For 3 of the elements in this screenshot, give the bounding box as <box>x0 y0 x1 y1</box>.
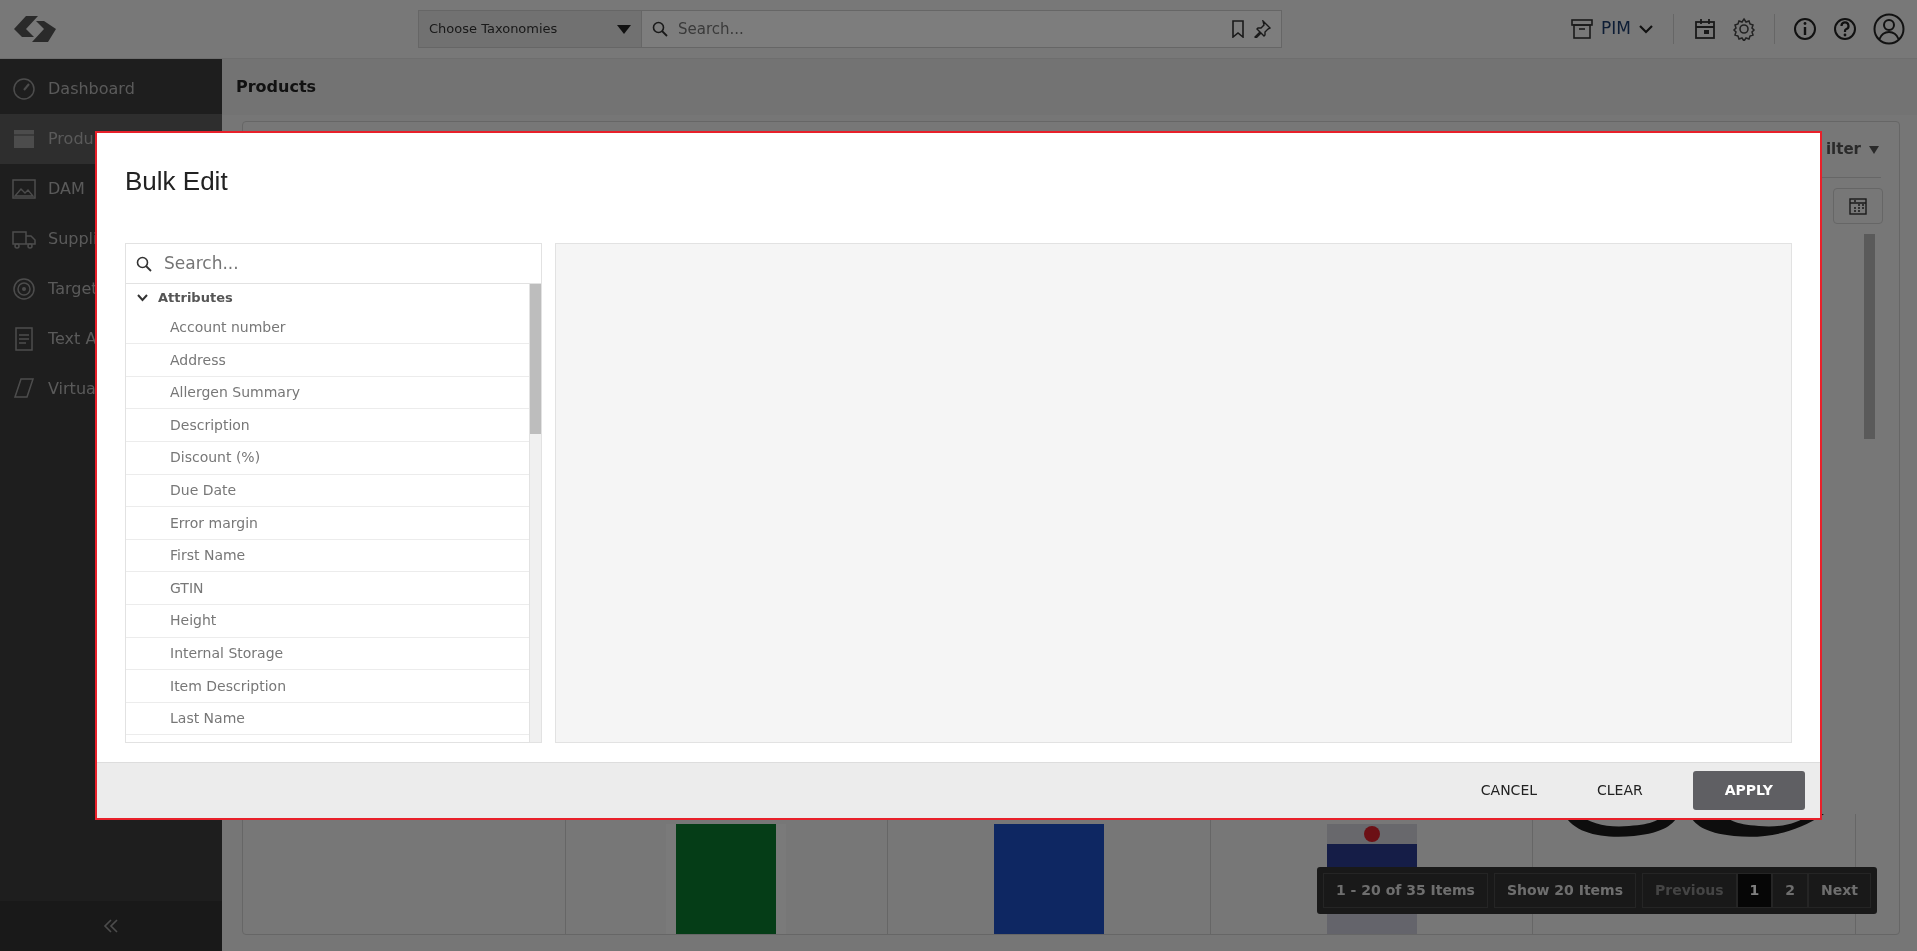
item-range: 1 - 20 of 35 Items <box>1322 873 1488 908</box>
dialog-title: Bulk Edit <box>125 166 229 198</box>
page-title: Products <box>236 76 317 98</box>
